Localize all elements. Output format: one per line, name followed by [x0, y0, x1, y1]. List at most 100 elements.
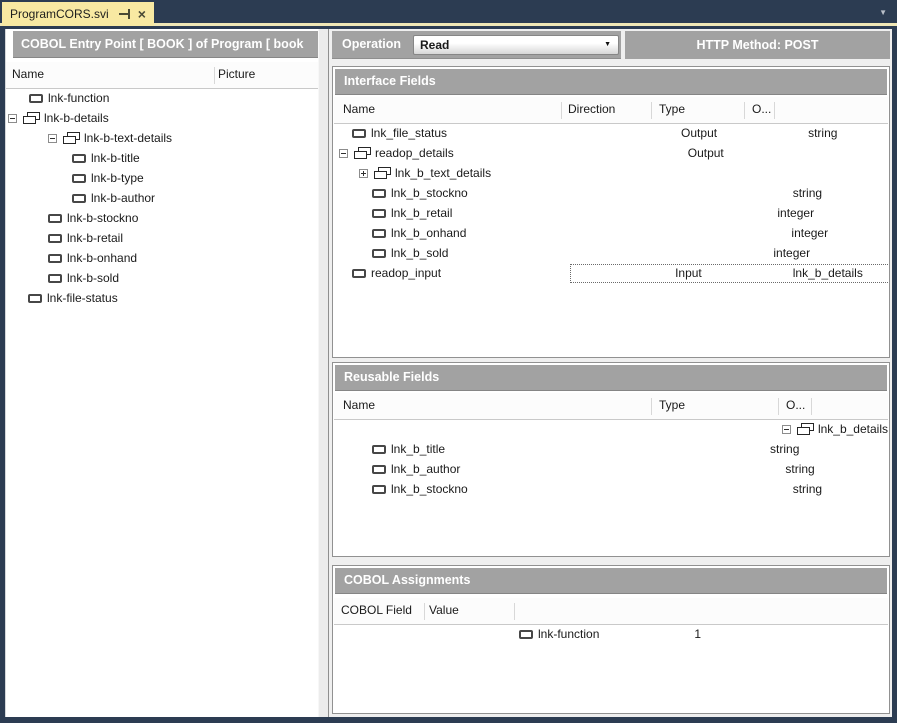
- interface-grid-header: Name Direction Type O...: [334, 97, 888, 124]
- tree-row[interactable]: lnk_b_details: [334, 419, 888, 439]
- collapse-icon[interactable]: [8, 114, 17, 123]
- document-content: COBOL Entry Point [ BOOK ] of Program [ …: [0, 26, 897, 723]
- column-header-name[interactable]: Name: [12, 67, 44, 81]
- tree-row[interactable]: lnk-b-title X(50): [6, 148, 318, 168]
- application-window: ProgramCORS.svi × ▼ COBOL Entry Point [ …: [0, 0, 897, 723]
- direction-cell: Input: [675, 263, 702, 283]
- tree-row[interactable]: lnk-b-author X(50): [6, 188, 318, 208]
- tree-row[interactable]: readop_details Output: [334, 143, 888, 163]
- column-header-name[interactable]: Name: [343, 102, 375, 116]
- row-label: lnk_b_retail: [391, 206, 452, 220]
- row-label: lnk_b_stockno: [391, 482, 468, 496]
- collapse-icon[interactable]: [339, 149, 348, 158]
- column-separator: [561, 102, 562, 119]
- operation-label: Operation: [342, 37, 401, 51]
- row-label: lnk-b-author: [91, 191, 155, 205]
- column-separator: [774, 102, 775, 119]
- tree-row[interactable]: lnk_b_stockno string: [334, 479, 888, 499]
- type-cell: lnk_b_details: [793, 263, 863, 283]
- column-header-type[interactable]: Type: [659, 398, 685, 412]
- tree-row[interactable]: lnk-b-onhand 9(5) display: [6, 248, 318, 268]
- tree-row[interactable]: lnk_b_stockno string: [334, 183, 888, 203]
- http-method-bar: HTTP Method: POST: [625, 31, 890, 59]
- field-icon: [372, 485, 386, 494]
- field-icon: [72, 194, 86, 203]
- field-icon: [29, 94, 43, 103]
- field-icon: [72, 154, 86, 163]
- tree-row[interactable]: lnk_b_onhand integer: [334, 223, 888, 243]
- column-separator: [214, 67, 215, 84]
- close-icon[interactable]: ×: [138, 7, 146, 21]
- tree-row[interactable]: lnk-b-details: [6, 108, 318, 128]
- column-separator: [778, 398, 779, 415]
- row-label: lnk_b_author: [391, 462, 460, 476]
- field-icon: [372, 445, 386, 454]
- operation-select[interactable]: Read ▼: [413, 35, 619, 55]
- tree-row[interactable]: readop_input Input lnk_b_details: [334, 263, 888, 283]
- section-title: COBOL Assignments: [335, 568, 887, 594]
- tree-row[interactable]: lnk_b_sold integer: [334, 243, 888, 263]
- row-label: lnk-b-stockno: [67, 211, 138, 225]
- tree-row[interactable]: lnk-b-type X(20): [6, 168, 318, 188]
- group-icon: [374, 167, 391, 179]
- field-icon: [372, 249, 386, 258]
- group-icon: [797, 423, 814, 435]
- type-cell: string: [785, 459, 814, 479]
- tree-row[interactable]: lnk_file_status Output string: [334, 123, 888, 143]
- tree-row[interactable]: lnk-b-stockno X(4): [6, 208, 318, 228]
- tree-row[interactable]: lnk-b-sold 9(5) comp-3: [6, 268, 318, 288]
- column-header-cobol-field[interactable]: COBOL Field: [341, 603, 412, 617]
- value-cell[interactable]: 1: [694, 624, 701, 644]
- type-cell: integer: [773, 243, 810, 263]
- row-label: lnk-b-type: [91, 171, 144, 185]
- column-header-occurs[interactable]: O...: [786, 398, 805, 412]
- tab-programcors-svi[interactable]: ProgramCORS.svi ×: [2, 2, 154, 26]
- tree-row[interactable]: lnk-function X: [6, 88, 318, 108]
- column-header-type[interactable]: Type: [659, 102, 685, 116]
- interface-fields-section: Interface Fields Name Direction Type O..…: [332, 66, 890, 358]
- column-separator: [651, 102, 652, 119]
- pin-icon[interactable]: [119, 8, 131, 20]
- field-icon: [372, 465, 386, 474]
- column-separator: [514, 603, 515, 620]
- field-icon: [519, 630, 533, 639]
- column-separator: [424, 603, 425, 620]
- reusable-grid-header: Name Type O...: [334, 393, 888, 420]
- column-header-value[interactable]: Value: [429, 603, 459, 617]
- tree-row[interactable]: lnk_b_retail integer: [334, 203, 888, 223]
- row-label: lnk-function: [538, 627, 599, 641]
- column-header-picture[interactable]: Picture: [218, 67, 255, 81]
- field-icon: [48, 234, 62, 243]
- row-label: lnk_b_onhand: [391, 226, 466, 240]
- row-label: lnk-b-onhand: [67, 251, 137, 265]
- expand-icon[interactable]: [359, 169, 368, 178]
- tree-row[interactable]: lnk-b-retail 9(2)V9(2) display: [6, 228, 318, 248]
- tab-title: ProgramCORS.svi: [10, 7, 109, 21]
- field-icon: [28, 294, 42, 303]
- collapse-icon[interactable]: [782, 425, 791, 434]
- tree-row[interactable]: lnk_b_title string: [334, 439, 888, 459]
- panel-title: COBOL Entry Point [ BOOK ] of Program [ …: [13, 31, 318, 58]
- field-icon: [48, 254, 62, 263]
- type-cell: string: [793, 479, 822, 499]
- column-header-direction[interactable]: Direction: [568, 102, 615, 116]
- tree-row[interactable]: lnk-b-text-details: [6, 128, 318, 148]
- tree-row[interactable]: lnk_b_author string: [334, 459, 888, 479]
- column-header-occurs[interactable]: O...: [752, 102, 771, 116]
- field-icon: [72, 174, 86, 183]
- type-cell: integer: [777, 203, 814, 223]
- http-method-label: HTTP Method: POST: [697, 38, 819, 52]
- tree-row[interactable]: lnk_b_text_details: [334, 163, 888, 183]
- column-header-name[interactable]: Name: [343, 398, 375, 412]
- field-icon: [352, 129, 366, 138]
- field-icon: [352, 269, 366, 278]
- tree-row[interactable]: lnk-file-status X(2): [6, 288, 318, 308]
- column-separator: [811, 398, 812, 415]
- column-separator: [744, 102, 745, 119]
- type-cell: string: [793, 183, 822, 203]
- chevron-down-icon[interactable]: ▼: [879, 8, 887, 17]
- field-icon: [372, 189, 386, 198]
- grid-row[interactable]: lnk-function 1: [334, 624, 888, 644]
- collapse-icon[interactable]: [48, 134, 57, 143]
- cobol-entry-point-panel: COBOL Entry Point [ BOOK ] of Program [ …: [5, 29, 319, 717]
